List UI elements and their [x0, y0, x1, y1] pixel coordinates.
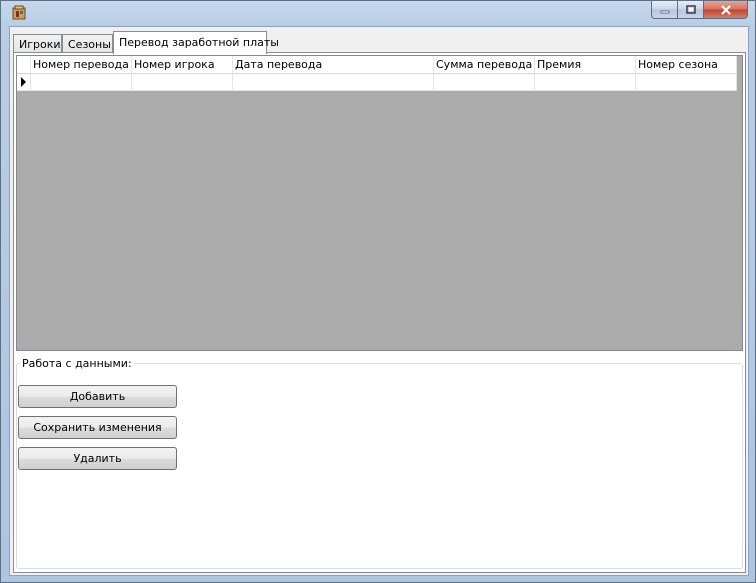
maximize-button[interactable]	[678, 1, 704, 19]
tab-salary-transfer[interactable]: Перевод заработной платы	[113, 31, 279, 54]
grid-header: Номер перевода Номер игрока Дата перевод…	[17, 56, 737, 74]
column-header-bonus[interactable]: Премия	[535, 56, 636, 74]
data-actions-group: Работа с данными: Добавить Сохранить изм…	[16, 357, 743, 569]
app-icon[interactable]	[11, 5, 27, 21]
table-cell[interactable]	[535, 74, 636, 91]
column-header-player-number[interactable]: Номер игрока	[132, 56, 233, 74]
column-header-season-number[interactable]: Номер сезона	[636, 56, 737, 74]
caption-buttons	[651, 1, 748, 19]
grid-corner-cell[interactable]	[17, 56, 31, 74]
table-cell[interactable]	[132, 74, 233, 91]
row-header[interactable]	[17, 74, 31, 91]
tab-players[interactable]: Игроки	[13, 34, 62, 53]
group-legend: Работа с данными:	[20, 357, 134, 370]
delete-button[interactable]: Удалить	[18, 447, 177, 470]
column-header-transfer-amount[interactable]: Сумма перевода	[434, 56, 535, 74]
row-pointer-icon	[21, 77, 26, 87]
tab-page-salary-transfer: Номер перевода Номер игрока Дата перевод…	[13, 52, 746, 573]
maximize-icon	[685, 5, 696, 14]
column-header-transfer-number[interactable]: Номер перевода	[31, 56, 132, 74]
table-cell[interactable]	[31, 74, 132, 91]
table-cell[interactable]	[434, 74, 535, 91]
close-button[interactable]	[704, 1, 748, 19]
main-window: Игроки Сезоны Перевод заработной платы Н…	[0, 0, 756, 583]
table-row[interactable]	[17, 74, 737, 91]
tab-seasons[interactable]: Сезоны	[62, 34, 113, 53]
add-button[interactable]: Добавить	[18, 385, 177, 408]
save-changes-button[interactable]: Сохранить изменения	[18, 416, 177, 439]
minimize-icon	[660, 10, 669, 13]
close-icon	[720, 4, 731, 15]
column-header-transfer-date[interactable]: Дата перевода	[233, 56, 434, 74]
client-area: Игроки Сезоны Перевод заработной платы Н…	[9, 26, 749, 576]
minimize-button[interactable]	[651, 1, 678, 19]
table-cell[interactable]	[636, 74, 737, 91]
table-cell[interactable]	[233, 74, 434, 91]
data-grid[interactable]: Номер перевода Номер игрока Дата перевод…	[16, 55, 743, 351]
